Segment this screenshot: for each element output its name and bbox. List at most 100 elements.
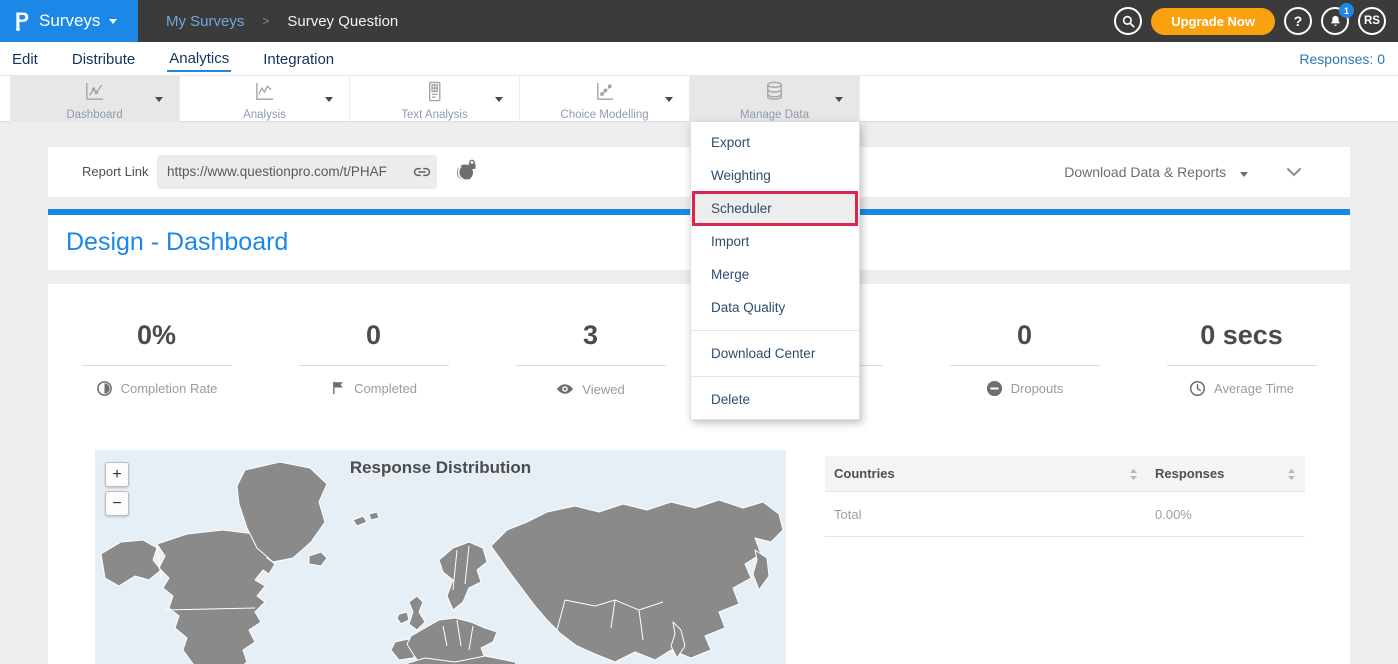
notifications-button[interactable]: 1: [1321, 7, 1349, 35]
flag-icon: [330, 380, 346, 396]
menu-separator: [691, 330, 859, 331]
stat-value: 0%: [48, 320, 265, 350]
tab-text-analysis[interactable]: Text Analysis: [350, 76, 520, 122]
tab-analysis[interactable]: Analysis: [180, 76, 350, 122]
nav-item-edit[interactable]: Edit: [10, 47, 40, 71]
menu-item-weighting[interactable]: Weighting: [691, 159, 859, 192]
breadcrumb-separator: >: [262, 14, 269, 28]
notification-count-badge: 1: [1339, 3, 1354, 18]
tab-label: Analysis: [180, 109, 349, 121]
stat-value: 0: [265, 320, 482, 350]
caret-down-icon[interactable]: [495, 97, 503, 102]
stat-label: Dropouts: [1011, 381, 1064, 396]
menu-item-import[interactable]: Import: [691, 225, 859, 258]
search-button[interactable]: [1114, 7, 1142, 35]
map-zoom-out-button[interactable]: −: [105, 491, 129, 516]
document-grid-icon: [423, 80, 446, 103]
nav-item-distribute[interactable]: Distribute: [70, 47, 137, 71]
questionpro-logo-icon: P: [15, 9, 29, 33]
avatar-initials: RS: [1364, 15, 1380, 27]
product-name: Surveys: [39, 11, 100, 31]
column-responses[interactable]: Responses: [1155, 466, 1224, 481]
menu-item-data-quality[interactable]: Data Quality: [691, 291, 859, 324]
minus-circle-icon: [986, 380, 1003, 397]
sort-icon[interactable]: [1129, 468, 1138, 481]
menu-item-delete[interactable]: Delete: [691, 383, 859, 416]
menu-item-download-center[interactable]: Download Center: [691, 337, 859, 370]
download-label: Download Data & Reports: [1064, 164, 1226, 180]
topbar-actions: Upgrade Now ? 1 RS: [1114, 0, 1386, 42]
line-chart-icon: [83, 80, 106, 103]
stat-completion-rate: 0% Completion Rate: [48, 320, 265, 398]
avatar[interactable]: RS: [1358, 7, 1386, 35]
column-countries[interactable]: Countries: [834, 466, 895, 481]
stat-label: Average Time: [1214, 381, 1294, 396]
report-url-text: https://www.questionpro.com/t/PHAF: [167, 155, 407, 189]
database-icon: [763, 80, 786, 103]
tab-label: Manage Data: [690, 109, 859, 121]
breadcrumb-current: Survey Question: [287, 13, 398, 30]
download-data-reports-dropdown[interactable]: Download Data & Reports: [1064, 164, 1248, 180]
stat-label: Viewed: [582, 382, 624, 397]
tab-choice-modelling[interactable]: Choice Modelling: [520, 76, 690, 122]
survey-nav: Edit Distribute Analytics Integration Re…: [0, 42, 1398, 75]
trend-chart-icon: [253, 80, 276, 103]
breadcrumb: My Surveys > Survey Question: [166, 13, 398, 30]
question-mark-icon: ?: [1294, 13, 1303, 29]
divider: [82, 365, 232, 366]
row-country: Total: [834, 507, 861, 522]
caret-down-icon[interactable]: [835, 97, 843, 102]
nav-item-integration[interactable]: Integration: [261, 47, 336, 71]
sort-icon[interactable]: [1287, 468, 1296, 481]
countries-table-header: Countries Responses: [825, 456, 1305, 492]
map-title: Response Distribution: [95, 458, 786, 478]
upgrade-now-button[interactable]: Upgrade Now: [1151, 8, 1275, 35]
tab-label: Dashboard: [10, 109, 179, 121]
manage-data-menu: Export Weighting Scheduler Import Merge …: [690, 122, 860, 420]
report-url-field[interactable]: https://www.questionpro.com/t/PHAF: [157, 155, 437, 189]
stat-value: 3: [482, 320, 699, 350]
help-button[interactable]: ?: [1284, 7, 1312, 35]
nav-item-analytics[interactable]: Analytics: [167, 46, 231, 72]
caret-down-icon: [109, 19, 117, 24]
stat-value: 0: [916, 320, 1133, 350]
globe-lock-icon[interactable]: [454, 159, 478, 183]
scatter-chart-icon: [593, 80, 616, 103]
table-row: Total 0.00%: [825, 492, 1305, 537]
clock-icon: [1189, 380, 1206, 397]
menu-separator: [691, 376, 859, 377]
menu-item-merge[interactable]: Merge: [691, 258, 859, 291]
caret-down-icon: [1240, 172, 1248, 177]
tab-manage-data[interactable]: Manage Data: [690, 76, 860, 122]
divider: [950, 365, 1100, 366]
breadcrumb-my-surveys[interactable]: My Surveys: [166, 13, 244, 30]
map-zoom-in-button[interactable]: +: [105, 462, 129, 487]
stat-value: 0 secs: [1133, 320, 1350, 350]
stat-label: Completion Rate: [121, 381, 218, 396]
divider: [516, 365, 666, 366]
menu-item-scheduler[interactable]: Scheduler: [691, 192, 859, 225]
row-responses: 0.00%: [1155, 507, 1192, 522]
tab-label: Text Analysis: [350, 109, 519, 121]
stat-label: Completed: [354, 381, 417, 396]
half-circle-icon: [96, 380, 113, 397]
tab-dashboard[interactable]: Dashboard: [10, 76, 180, 122]
stat-completed: 0 Completed: [265, 320, 482, 398]
divider: [1167, 365, 1317, 366]
link-icon[interactable]: [413, 163, 431, 181]
divider: [299, 365, 449, 366]
caret-down-icon[interactable]: [665, 97, 673, 102]
collapse-chevron-icon[interactable]: [1284, 162, 1304, 182]
menu-item-label: Scheduler: [711, 201, 772, 216]
menu-item-export[interactable]: Export: [691, 126, 859, 159]
stat-average-time: 0 secs Average Time: [1133, 320, 1350, 398]
world-map: [95, 450, 786, 664]
stat-dropouts: 0 Dropouts: [916, 320, 1133, 398]
caret-down-icon[interactable]: [325, 97, 333, 102]
search-icon: [1121, 14, 1136, 29]
response-map[interactable]: Response Distribution + −: [95, 450, 786, 664]
report-link-label: Report Link: [82, 164, 148, 179]
caret-down-icon[interactable]: [155, 97, 163, 102]
analytics-toolbar: Dashboard Analysis Text Analysis Choice …: [0, 75, 1398, 122]
product-switcher[interactable]: P Surveys: [0, 0, 138, 42]
